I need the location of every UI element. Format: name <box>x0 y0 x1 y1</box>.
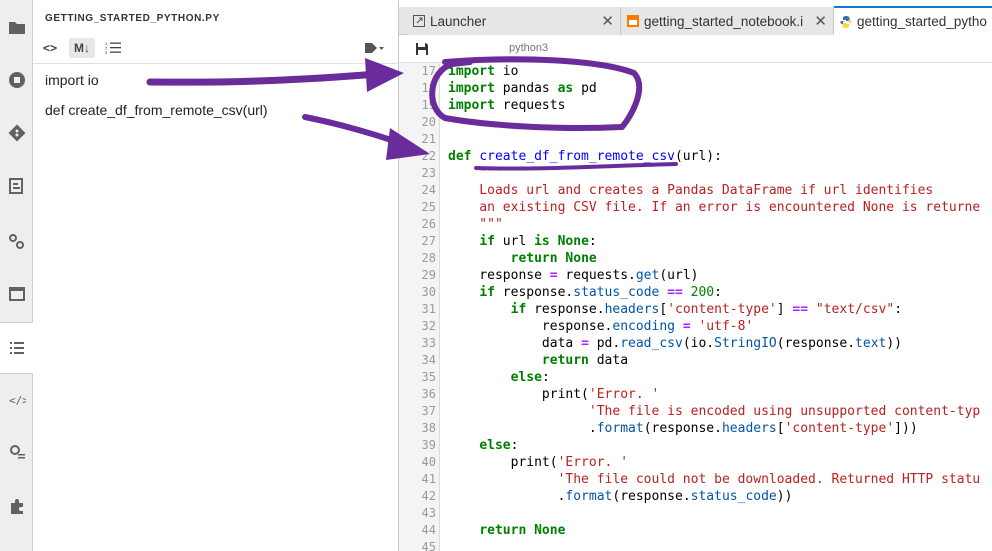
line-number: 25 <box>421 200 436 214</box>
activity-bar: </> <box>0 0 34 551</box>
line-number: 36 <box>421 387 436 401</box>
git-icon[interactable] <box>0 113 33 153</box>
extension-settings-icon[interactable] <box>0 432 33 472</box>
code-line[interactable]: 'The file could not be downloaded. Retur… <box>448 472 981 487</box>
line-number: 28 <box>421 251 436 265</box>
line-number: 22 <box>421 149 436 163</box>
tab-label: getting_started_pytho <box>857 14 987 29</box>
line-number: 18 <box>421 81 436 95</box>
line-number: 43 <box>421 506 436 520</box>
toc-toolbar: <> M↓ 1 2 3 <box>33 32 399 64</box>
table-of-contents-panel: GETTING_STARTED_PYTHON.PY <> M↓ 1 2 3 im… <box>33 0 399 551</box>
line-number: 19 <box>421 98 436 112</box>
line-number: 34 <box>421 353 436 367</box>
folder-icon[interactable] <box>0 8 33 48</box>
svg-text:</>: </> <box>9 394 26 407</box>
line-number: 38 <box>421 421 436 435</box>
toc-title: GETTING_STARTED_PYTHON.PY <box>45 13 220 24</box>
code-line[interactable]: .format(response.headers['content-type']… <box>448 421 918 436</box>
line-number: 24 <box>421 183 436 197</box>
numbering-toggle-button[interactable]: 1 2 3 <box>103 38 123 58</box>
launcher-icon <box>413 15 425 27</box>
code-line[interactable]: return None <box>448 523 565 538</box>
line-number: 32 <box>421 319 436 333</box>
tag-icon <box>365 43 384 53</box>
toc-item-create-df[interactable]: def create_df_from_remote_csv(url) <box>45 102 268 132</box>
tab-launcher[interactable]: Launcher ✕ <box>407 7 621 35</box>
code-snippets-icon[interactable]: </> <box>0 380 33 420</box>
line-number: 39 <box>421 438 436 452</box>
line-number: 30 <box>421 285 436 299</box>
editor-area: Launcher ✕ getting_started_notebook.i ✕ … <box>399 0 992 551</box>
code-line[interactable]: """ <box>448 166 503 181</box>
close-icon[interactable]: ✕ <box>601 12 614 30</box>
numbered-list-icon: 1 2 3 <box>105 41 121 55</box>
line-number: 26 <box>421 217 436 231</box>
code-line[interactable]: import io <box>448 64 518 79</box>
tab-python-file[interactable]: getting_started_pytho <box>834 6 992 35</box>
tag-filter-dropdown[interactable] <box>361 38 387 58</box>
code-line[interactable]: def create_df_from_remote_csv(url): <box>448 149 722 164</box>
line-number: 37 <box>421 404 436 418</box>
toc-list: import io def create_df_from_remote_csv(… <box>45 72 268 132</box>
file-toolbar: python3 <box>399 36 992 63</box>
tab-bar: Launcher ✕ getting_started_notebook.i ✕ … <box>399 6 992 35</box>
line-number-gutter: 17 18 19 20 21 22 23 24 25 26 27 28 29 30 31 32 33 34 35 36… <box>399 63 440 551</box>
line-number: 33 <box>421 336 436 350</box>
code-line[interactable]: if response.headers['content-type'] == "… <box>448 302 902 317</box>
notebook-icon <box>627 15 639 27</box>
line-number: 40 <box>421 455 436 469</box>
code-line[interactable]: 'The file is encoded using unsupported c… <box>448 404 980 419</box>
running-kernels-icon[interactable] <box>0 60 33 100</box>
code-line[interactable]: """ <box>448 217 503 232</box>
code-line[interactable]: else: <box>448 370 550 385</box>
code-line[interactable]: response = requests.get(url) <box>448 268 698 283</box>
tab-label: getting_started_notebook.i <box>644 13 804 29</box>
code-line[interactable]: return data <box>448 353 628 368</box>
code-toggle-button[interactable]: <> <box>41 38 59 58</box>
extensions-puzzle-icon[interactable] <box>0 486 33 526</box>
close-icon[interactable]: ✕ <box>814 12 827 30</box>
line-number: 20 <box>421 115 436 129</box>
code-line[interactable]: Loads url and creates a Pandas DataFrame… <box>448 183 933 198</box>
line-number: 44 <box>421 523 436 537</box>
code-line[interactable]: response.encoding = 'utf-8' <box>448 319 753 334</box>
commands-icon[interactable] <box>0 166 33 206</box>
svg-text:3: 3 <box>105 50 108 55</box>
line-number: 17 <box>421 64 436 78</box>
tab-notebook[interactable]: getting_started_notebook.i ✕ <box>621 7 834 35</box>
code-line[interactable]: data = pd.read_csv(io.StringIO(response.… <box>448 336 902 351</box>
code-line[interactable]: print('Error. ' <box>448 455 628 470</box>
kernel-name[interactable]: python3 <box>509 42 548 54</box>
line-number: 31 <box>421 302 436 316</box>
line-number: 35 <box>421 370 436 384</box>
code-line[interactable]: return None <box>448 251 597 266</box>
code-line[interactable]: else: <box>448 438 518 453</box>
line-number: 21 <box>421 132 436 146</box>
code-editor[interactable]: 17 18 19 20 21 22 23 24 25 26 27 28 29 30 31 32 33 34 35 36… <box>399 63 992 551</box>
line-number: 27 <box>421 234 436 248</box>
code-line[interactable]: if response.status_code == 200: <box>448 285 722 300</box>
code-line[interactable]: import pandas as pd <box>448 81 597 96</box>
table-of-contents-icon[interactable] <box>0 322 34 374</box>
tab-label: Launcher <box>430 13 487 29</box>
code-line[interactable]: .format(response.status_code)) <box>448 489 793 504</box>
code-line[interactable]: print('Error. ' <box>448 387 659 402</box>
line-number: 29 <box>421 268 436 282</box>
line-number: 45 <box>421 540 436 551</box>
line-number: 41 <box>421 472 436 486</box>
code-line[interactable]: import requests <box>448 98 565 113</box>
line-number: 42 <box>421 489 436 503</box>
code-line[interactable]: if url is None: <box>448 234 596 249</box>
property-inspector-icon[interactable] <box>0 222 33 262</box>
markdown-toggle-button[interactable]: M↓ <box>69 38 95 58</box>
python-icon <box>840 15 852 28</box>
line-number: 23 <box>421 166 436 180</box>
code-line[interactable]: an existing CSV file. If an error is enc… <box>448 200 980 215</box>
save-icon[interactable] <box>415 42 429 56</box>
toc-item-import-io[interactable]: import io <box>45 72 268 102</box>
tabs-icon[interactable] <box>0 274 33 314</box>
